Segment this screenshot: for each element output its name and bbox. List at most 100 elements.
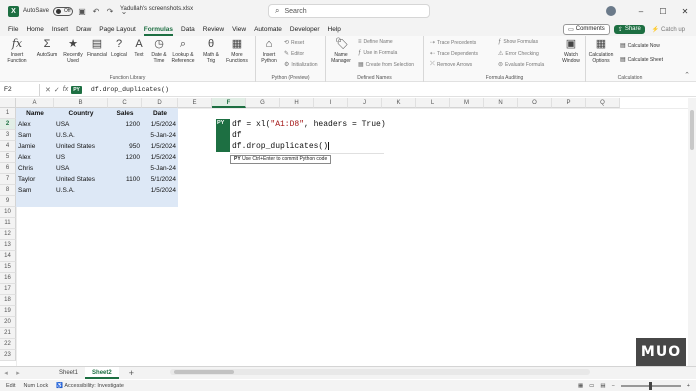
name-box[interactable]: F2 <box>0 83 40 96</box>
table-cell[interactable]: 1/5/2024 <box>142 119 178 130</box>
table-cell[interactable]: Sam <box>16 185 54 196</box>
table-cell[interactable] <box>108 163 142 174</box>
column-header-c[interactable]: C <box>108 98 142 108</box>
initialization-button[interactable]: ⚙ Initialization <box>284 61 318 69</box>
table-cell[interactable]: Chris <box>16 163 54 174</box>
table-cell[interactable]: 1200 <box>108 152 142 163</box>
sheet-tab-sheet2[interactable]: Sheet2 <box>85 367 119 379</box>
zoom-in-icon[interactable]: + <box>687 383 690 389</box>
table-cell[interactable]: 1100 <box>108 174 142 185</box>
tab-help[interactable]: Help <box>328 26 341 33</box>
lookup-reference-button[interactable]: ⌕ Lookup & Reference <box>171 38 194 64</box>
column-header-q[interactable]: Q <box>586 98 620 108</box>
column-header-k[interactable]: K <box>382 98 416 108</box>
table-cell[interactable] <box>108 185 142 196</box>
row-header-15[interactable]: 15 <box>0 262 16 273</box>
remove-arrows-button[interactable]: ⤫ Remove Arrows <box>430 61 472 68</box>
row-header-10[interactable]: 10 <box>0 207 16 218</box>
text-button[interactable]: A Text <box>128 38 150 58</box>
row-header-23[interactable]: 23 <box>0 350 16 361</box>
row-header-17[interactable]: 17 <box>0 284 16 295</box>
calculate-sheet-button[interactable]: ▤ Calculate Sheet <box>620 56 663 64</box>
table-cell[interactable]: USA <box>54 163 108 174</box>
show-formulas-button[interactable]: ƒ Show Formulas <box>498 39 538 45</box>
calculation-options-button[interactable]: ▦ Calculation Options <box>589 38 614 64</box>
table-cell[interactable]: 1200 <box>108 119 142 130</box>
enter-icon[interactable]: ✓ <box>54 86 60 94</box>
tab-review[interactable]: Review <box>203 26 224 33</box>
table-cell[interactable]: 1/5/2024 <box>142 141 178 152</box>
python-line-3[interactable]: df.drop_duplicates() <box>232 142 330 151</box>
tab-home[interactable]: Home <box>26 26 43 33</box>
table-cell[interactable]: Jamie <box>16 141 54 152</box>
column-header-n[interactable]: N <box>484 98 518 108</box>
tab-insert[interactable]: Insert <box>52 26 68 33</box>
catchup-button[interactable]: ⚡ Catch up <box>649 25 688 34</box>
row-header-2[interactable]: 2 <box>0 119 16 130</box>
column-header-b[interactable]: B <box>54 98 108 108</box>
python-line-1[interactable]: df = xl("A1:D8", headers = True) <box>232 120 386 129</box>
row-header-12[interactable]: 12 <box>0 229 16 240</box>
vertical-scrollbar[interactable] <box>688 98 696 366</box>
recently-used-button[interactable]: ★ Recently Used <box>62 38 84 64</box>
page-layout-view-icon[interactable]: ▭ <box>589 383 594 389</box>
table-cell[interactable]: US <box>54 152 108 163</box>
column-header-l[interactable]: L <box>416 98 450 108</box>
tab-data[interactable]: Data <box>181 26 195 33</box>
share-button[interactable]: ⇪ Share <box>613 24 645 34</box>
autosum-button[interactable]: Σ AutoSum <box>36 38 58 58</box>
worksheet-grid[interactable]: ABCDEFGHIJKLMNOPQ 1 2 3 4 5 6 7 8 9 10 11 12 13 14 15 1… <box>0 98 696 366</box>
table-cell[interactable]: 1/5/2024 <box>142 185 178 196</box>
row-header-20[interactable]: 20 <box>0 317 16 328</box>
sheet-prev-icon[interactable]: ◂ <box>0 369 12 377</box>
select-all-button[interactable] <box>0 98 16 108</box>
row-header-4[interactable]: 4 <box>0 141 16 152</box>
tab-page-layout[interactable]: Page Layout <box>99 26 136 33</box>
accessibility-status[interactable]: ♿ Accessibility: Investigate <box>56 383 124 389</box>
table-cell[interactable]: U.S.A. <box>54 130 108 141</box>
table-cell[interactable]: 5-Jan-24 <box>142 163 178 174</box>
row-header-19[interactable]: 19 <box>0 306 16 317</box>
column-header-i[interactable]: I <box>314 98 348 108</box>
table-header-cell[interactable]: Country <box>54 108 108 119</box>
tab-automate[interactable]: Automate <box>254 26 282 33</box>
table-cell[interactable]: 950 <box>108 141 142 152</box>
insert-function-button[interactable]: fx Insert Function <box>6 38 28 65</box>
watch-window-button[interactable]: ▣ Watch Window <box>560 38 582 64</box>
evaluate-formula-button[interactable]: ⊜ Evaluate Formula <box>498 61 544 69</box>
insert-python-button[interactable]: ⌂ Insert Python <box>258 38 280 64</box>
table-cell[interactable]: USA <box>54 119 108 130</box>
comments-button[interactable]: ▭ Comments <box>563 23 610 35</box>
table-cell[interactable]: 5-Jan-24 <box>142 130 178 141</box>
tab-formulas[interactable]: Formulas <box>143 26 174 36</box>
table-cell[interactable]: Alex <box>16 119 54 130</box>
normal-view-icon[interactable]: ▦ <box>578 383 583 389</box>
search-input[interactable]: ⌕ Search <box>268 4 430 18</box>
editor-button[interactable]: ✎ Editor <box>284 50 304 58</box>
redo-icon[interactable]: ↷ <box>105 7 115 16</box>
calculate-now-button[interactable]: ▤ Calculate Now <box>620 42 660 50</box>
tab-developer[interactable]: Developer <box>290 26 320 33</box>
table-header-cell[interactable]: Sales <box>108 108 142 119</box>
horizontal-scroll-thumb[interactable] <box>174 370 234 374</box>
row-header-8[interactable]: 8 <box>0 185 16 196</box>
autosave-toggle[interactable]: Off <box>53 6 74 16</box>
row-header-13[interactable]: 13 <box>0 240 16 251</box>
define-name-button[interactable]: ≡ Define Name <box>358 39 393 45</box>
avatar[interactable] <box>606 6 616 16</box>
tab-draw[interactable]: Draw <box>76 26 91 33</box>
row-header-14[interactable]: 14 <box>0 251 16 262</box>
row-header-18[interactable]: 18 <box>0 295 16 306</box>
table-header-cell[interactable]: Date <box>142 108 178 119</box>
table-cell[interactable]: Alex <box>16 152 54 163</box>
page-break-view-icon[interactable]: ▤ <box>600 383 605 389</box>
minimize-icon[interactable]: – <box>630 7 652 16</box>
horizontal-scrollbar[interactable] <box>170 369 590 375</box>
tab-view[interactable]: View <box>232 26 246 33</box>
create-from-selection-button[interactable]: ▦ Create from Selection <box>358 61 414 69</box>
zoom-slider[interactable] <box>620 381 681 390</box>
row-header-5[interactable]: 5 <box>0 152 16 163</box>
row-header-21[interactable]: 21 <box>0 328 16 339</box>
name-manager-button[interactable]: 🏷 Name Manager <box>330 38 352 64</box>
row-header-11[interactable]: 11 <box>0 218 16 229</box>
